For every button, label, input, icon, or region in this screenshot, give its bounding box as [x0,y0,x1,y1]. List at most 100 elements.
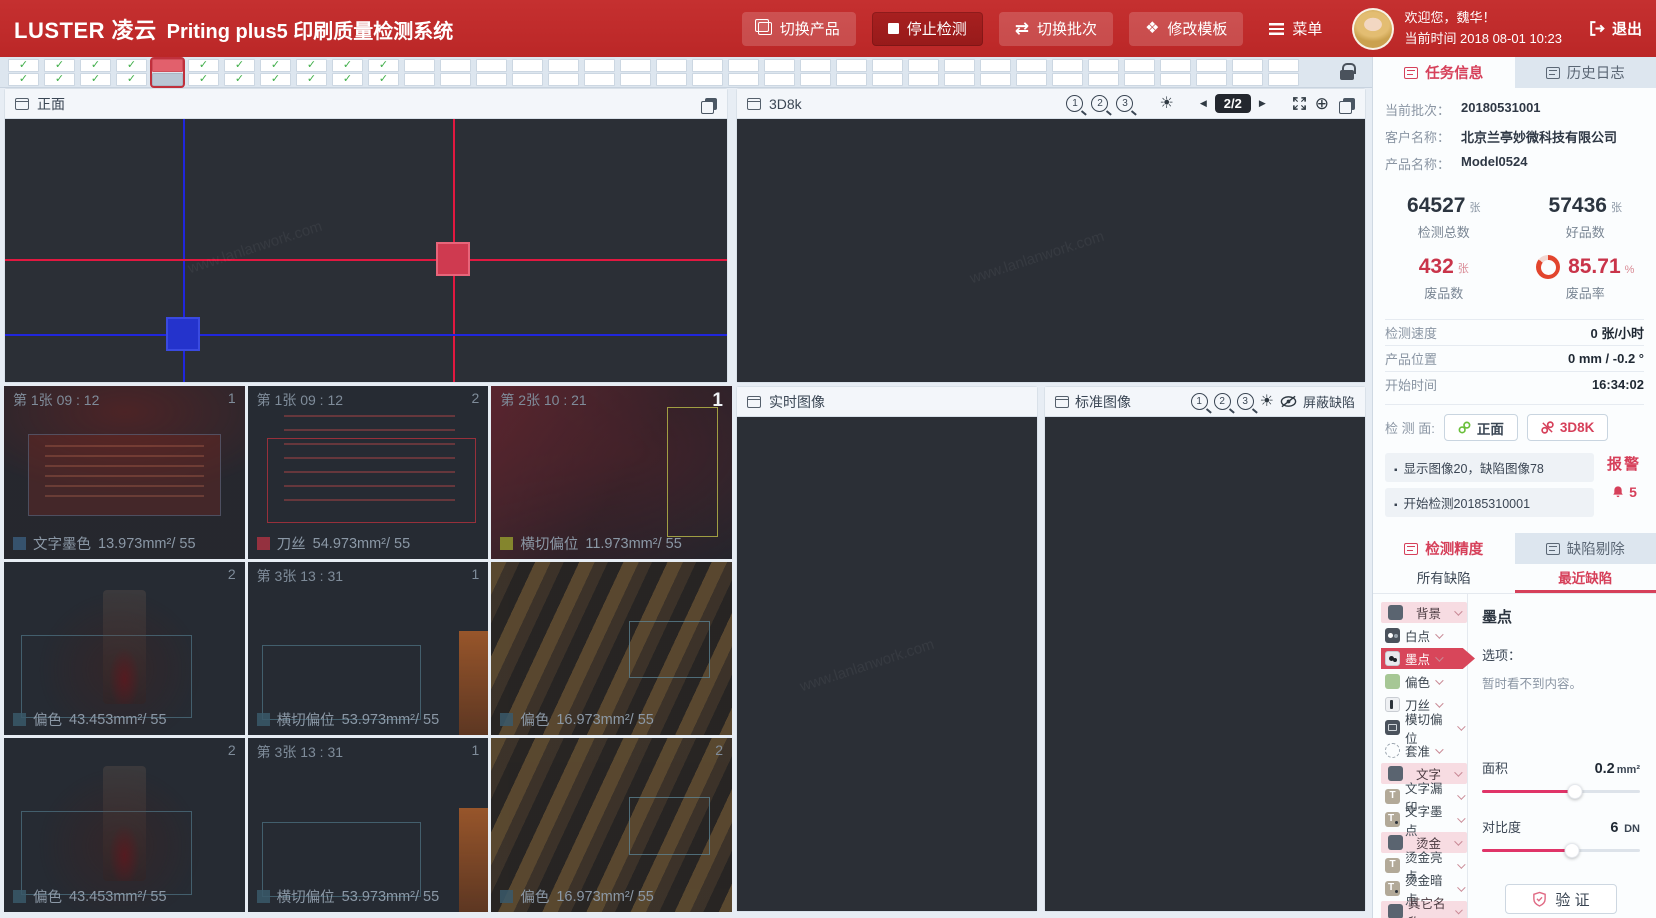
sheet-checkbox-top[interactable] [8,59,39,72]
sheet-checkbox-column[interactable] [1124,59,1155,86]
sheet-checkbox-top[interactable] [152,59,183,72]
sheet-checkbox-bottom[interactable] [620,73,651,86]
sheet-checkbox-column[interactable] [548,59,579,86]
sheet-checkbox-column[interactable] [152,59,183,86]
area-slider[interactable] [1482,783,1640,799]
sheet-checkbox-top[interactable] [836,59,867,72]
defect-category[interactable]: 文字墨点 [1381,809,1467,830]
sheet-checkbox-bottom[interactable] [1052,73,1083,86]
sheet-checkbox-top[interactable] [692,59,723,72]
tab-detection-precision[interactable]: 检测精度 [1373,533,1515,564]
stop-detection-button[interactable]: 停止检测 [872,12,983,46]
alarm-bell-button[interactable]: 5 [1602,484,1646,500]
sheet-checkbox-column[interactable] [260,59,291,86]
sheet-checkbox-top[interactable] [800,59,831,72]
defect-category[interactable]: 背景 [1381,602,1467,623]
fullscreen-icon[interactable] [1292,96,1307,111]
menu-button[interactable]: 菜单 [1269,18,1322,39]
next-page-arrow[interactable]: ▶ [1259,98,1266,109]
defect-thumbnail[interactable]: 第 1张 09 : 12 2 刀丝 54.973mm²/ 55 [248,386,489,559]
sheet-checkbox-bottom[interactable] [944,73,975,86]
prev-page-arrow[interactable]: ◀ [1200,98,1207,109]
subtab-all-defects[interactable]: 所有缺陷 [1373,564,1515,593]
sheet-checkbox-bottom[interactable] [692,73,723,86]
logout-button[interactable]: 退出 [1588,18,1642,39]
zoom-3-icon[interactable]: 3 [1237,393,1254,410]
sheet-checkbox-bottom[interactable] [1196,73,1227,86]
sheet-checkbox-column[interactable] [1088,59,1119,86]
layers-icon[interactable] [705,98,717,110]
sheet-checkbox-column[interactable] [1160,59,1191,86]
sheet-checkbox-column[interactable] [620,59,651,86]
sheet-checkbox-column[interactable] [512,59,543,86]
zoom-1-icon[interactable]: 1 [1191,393,1208,410]
sheet-checkbox-bottom[interactable] [1268,73,1299,86]
sheet-checkbox-top[interactable] [908,59,939,72]
defect-thumbnail[interactable]: 偏色 16.973mm²/ 55 [491,562,732,735]
defect-category[interactable]: 墨点 [1381,648,1475,669]
sheet-checkbox-column[interactable] [8,59,39,86]
sheet-checkbox-bottom[interactable] [512,73,543,86]
sheet-checkbox-top[interactable] [1232,59,1263,72]
sheet-checkbox-bottom[interactable] [1232,73,1263,86]
tab-defect-removal[interactable]: 缺陷剔除 [1515,533,1656,564]
sheet-checkbox-top[interactable] [1016,59,1047,72]
sheet-checkbox-bottom[interactable] [188,73,219,86]
sheet-checkbox-column[interactable] [44,59,75,86]
sheet-checkbox-top[interactable] [1052,59,1083,72]
sheet-checkbox-bottom[interactable] [764,73,795,86]
sheet-checkbox-top[interactable] [332,59,363,72]
sheet-checkbox-bottom[interactable] [152,73,183,86]
verify-button[interactable]: 验 证 [1505,884,1617,914]
sheet-checkbox-column[interactable] [728,59,759,86]
hide-defects-eye-icon[interactable] [1280,395,1297,408]
sheet-checkbox-column[interactable] [836,59,867,86]
brightness-icon[interactable]: ☀ [1159,96,1173,112]
defect-category[interactable]: 白点 [1381,625,1467,646]
layers-icon[interactable] [1343,98,1355,110]
sheet-checkbox-top[interactable] [260,59,291,72]
lock-icon[interactable] [1340,63,1354,81]
subtab-recent-defects[interactable]: 最近缺陷 [1515,564,1656,593]
threed-canvas[interactable]: www.lanlanwork.com [737,119,1365,382]
zoom-2-icon[interactable]: 2 [1214,393,1231,410]
sheet-checkbox-top[interactable] [584,59,615,72]
sheet-checkbox-bottom[interactable] [440,73,471,86]
sheet-checkbox-bottom[interactable] [296,73,327,86]
switch-batch-button[interactable]: ⇄切换批次 [999,12,1113,46]
sheet-checkbox-bottom[interactable] [8,73,39,86]
sheet-checkbox-bottom[interactable] [656,73,687,86]
live-image-canvas[interactable]: www.lanlanwork.com [737,417,1037,911]
sheet-checkbox-bottom[interactable] [80,73,111,86]
defect-thumbnail[interactable]: 2 偏色 16.973mm²/ 55 [491,738,732,912]
sheet-checkbox-column[interactable] [296,59,327,86]
sheet-checkbox-column[interactable] [368,59,399,86]
sheet-checkbox-column[interactable] [800,59,831,86]
sheet-checkbox-column[interactable] [944,59,975,86]
defect-thumbnail[interactable]: 第 2张 10 : 21 1 横切偏位 11.973mm²/ 55 [491,386,732,559]
hide-defects-label[interactable]: 屏蔽缺陷 [1303,392,1355,411]
sheet-checkbox-top[interactable] [116,59,147,72]
sheet-checkbox-bottom[interactable] [44,73,75,86]
edit-template-button[interactable]: ❖修改模板 [1129,12,1243,46]
sheet-checkbox-top[interactable] [944,59,975,72]
sheet-checkbox-column[interactable] [692,59,723,86]
sheet-checkbox-bottom[interactable] [800,73,831,86]
sheet-checkbox-column[interactable] [980,59,1011,86]
sheet-checkbox-top[interactable] [296,59,327,72]
sheet-checkbox-bottom[interactable] [116,73,147,86]
front-face-button[interactable]: 正面 [1444,414,1518,441]
contrast-slider[interactable] [1482,842,1640,858]
defect-thumbnail[interactable]: 第 1张 09 : 12 1 文字墨色 13.973mm²/ 55 [4,386,245,559]
sheet-checkbox-column[interactable] [476,59,507,86]
sheet-checkbox-bottom[interactable] [1016,73,1047,86]
sheet-checkbox-top[interactable] [620,59,651,72]
sheet-checkbox-column[interactable] [404,59,435,86]
sheet-checkbox-top[interactable] [872,59,903,72]
standard-image-canvas[interactable] [1045,417,1365,911]
defect-category[interactable]: 套准 [1381,740,1467,761]
sheet-checkbox-top[interactable] [1160,59,1191,72]
sheet-checkbox-bottom[interactable] [476,73,507,86]
sheet-checkbox-column[interactable] [584,59,615,86]
user-avatar[interactable] [1352,8,1394,50]
